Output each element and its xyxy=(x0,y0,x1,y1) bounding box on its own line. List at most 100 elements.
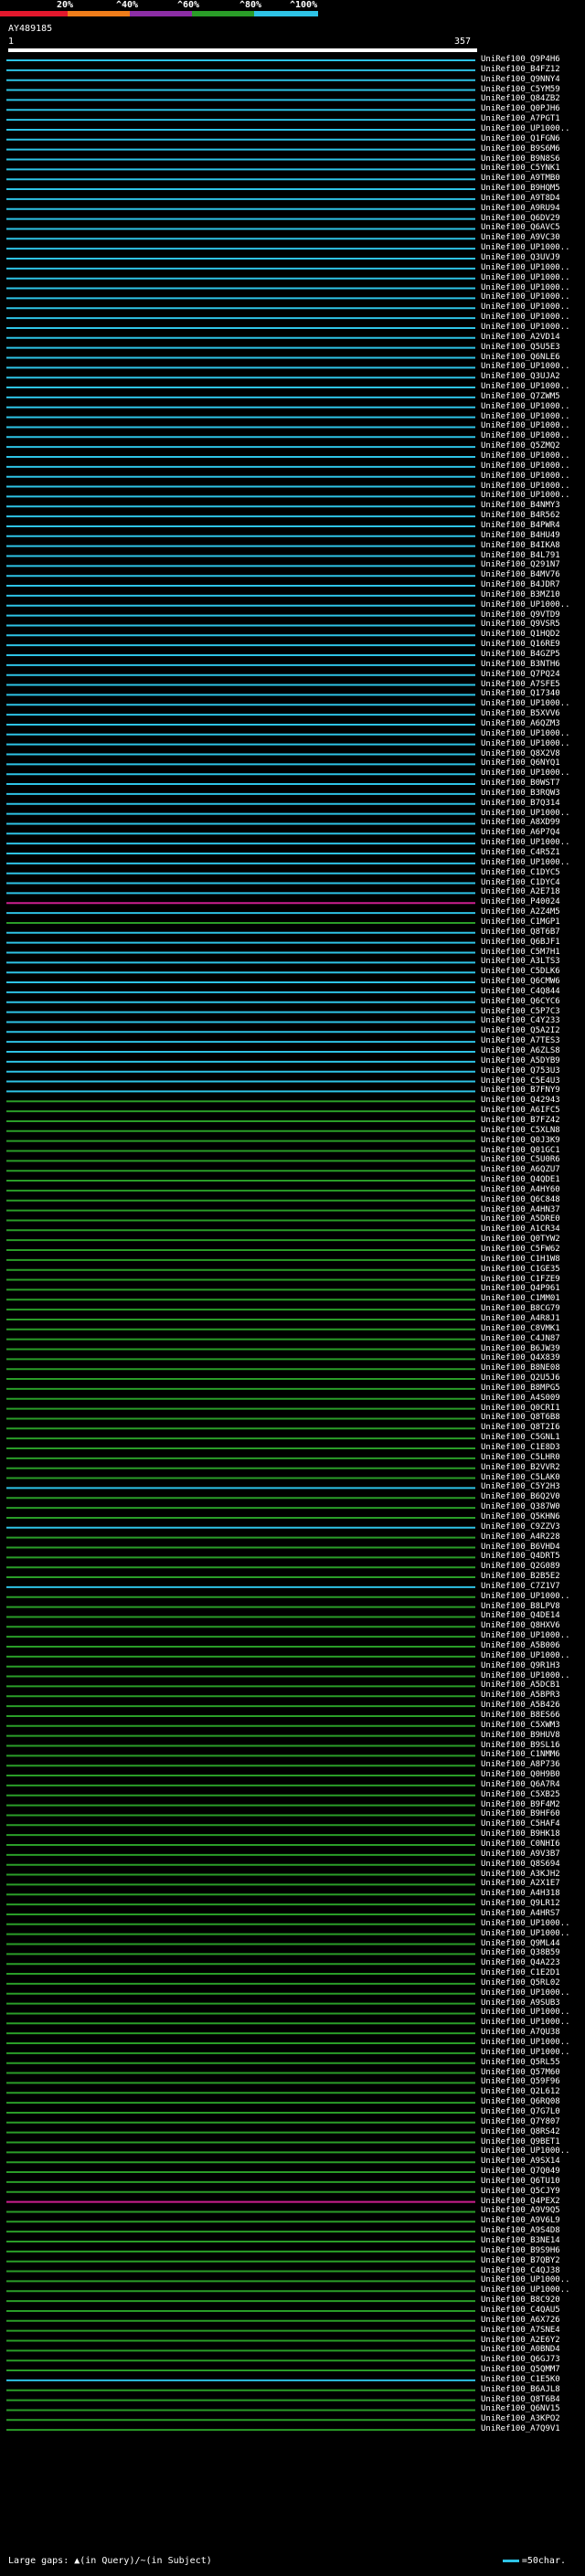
hit-label[interactable]: UniRef100_C5U0R6 xyxy=(481,1155,560,1165)
hit-label[interactable]: UniRef100_A4H318 xyxy=(481,1889,560,1899)
hit-label[interactable]: UniRef100_C1H1W8 xyxy=(481,1255,560,1265)
hit-label[interactable]: UniRef100_Q1HQD2 xyxy=(481,630,560,640)
hit-label[interactable]: UniRef100_P40024 xyxy=(481,897,560,907)
hit-label[interactable]: UniRef100_Q8X2V8 xyxy=(481,749,560,759)
hit-label[interactable]: UniRef100_B7QBY2 xyxy=(481,2256,560,2266)
hit-label[interactable]: UniRef100_B9HQM5 xyxy=(481,184,560,194)
hit-label[interactable]: UniRef100_C5LHR0 xyxy=(481,1453,560,1463)
hit-label[interactable]: UniRef100_B4FZ12 xyxy=(481,65,560,75)
hit-label[interactable]: UniRef100_UP1000.. xyxy=(481,729,570,739)
hit-label[interactable]: UniRef100_A5DCB1 xyxy=(481,1680,560,1691)
hit-label[interactable]: UniRef100_B9S9H6 xyxy=(481,2246,560,2256)
hit-label[interactable]: UniRef100_A9T8D4 xyxy=(481,194,560,204)
hit-label[interactable]: UniRef100_C8VMK1 xyxy=(481,1324,560,1334)
hit-label[interactable]: UniRef100_Q9NNY4 xyxy=(481,75,560,85)
hit-label[interactable]: UniRef100_UP1000.. xyxy=(481,292,570,302)
hit-label[interactable]: UniRef100_A7PGT1 xyxy=(481,114,560,124)
hit-label[interactable]: UniRef100_UP1000.. xyxy=(481,451,570,461)
hit-label[interactable]: UniRef100_C4R5Z1 xyxy=(481,848,560,858)
hit-label[interactable]: UniRef100_A0BND4 xyxy=(481,2345,560,2355)
hit-label[interactable]: UniRef100_Q01GC1 xyxy=(481,1146,560,1156)
hit-label[interactable]: UniRef100_A4HN37 xyxy=(481,1205,560,1215)
hit-label[interactable]: UniRef100_UP1000.. xyxy=(481,273,570,283)
hit-label[interactable]: UniRef100_UP1000.. xyxy=(481,1929,570,1939)
hit-label[interactable]: UniRef100_C5YM59 xyxy=(481,85,560,95)
hit-label[interactable]: UniRef100_C1E2D1 xyxy=(481,1968,560,1978)
hit-label[interactable]: UniRef100_A2VD14 xyxy=(481,333,560,343)
hit-label[interactable]: UniRef100_A9V3B7 xyxy=(481,1850,560,1860)
hit-label[interactable]: UniRef100_A8XD99 xyxy=(481,818,560,828)
hit-label[interactable]: UniRef100_B9HK18 xyxy=(481,1829,560,1839)
hit-label[interactable]: UniRef100_UP1000.. xyxy=(481,1671,570,1681)
hit-label[interactable]: UniRef100_UP1000.. xyxy=(481,124,570,134)
hit-label[interactable]: UniRef100_B4IKA8 xyxy=(481,541,560,551)
hit-label[interactable]: UniRef100_C4QJ38 xyxy=(481,2266,560,2276)
hit-label[interactable]: UniRef100_A6QZM3 xyxy=(481,719,560,729)
hit-label[interactable]: UniRef100_C1DYC5 xyxy=(481,868,560,878)
hit-label[interactable]: UniRef100_A7QU38 xyxy=(481,2028,560,2038)
hit-label[interactable]: UniRef100_C5HAF4 xyxy=(481,1819,560,1829)
hit-label[interactable]: UniRef100_A5B006 xyxy=(481,1641,560,1651)
hit-label[interactable]: UniRef100_B4R562 xyxy=(481,511,560,521)
hit-label[interactable]: UniRef100_Q8T2I6 xyxy=(481,1423,560,1433)
hit-label[interactable]: UniRef100_B5XVV6 xyxy=(481,709,560,719)
hit-label[interactable]: UniRef100_UP1000.. xyxy=(481,858,570,868)
hit-label[interactable]: UniRef100_A3LTS3 xyxy=(481,957,560,967)
hit-label[interactable]: UniRef100_UP1000.. xyxy=(481,2147,570,2157)
hit-label[interactable]: UniRef100_A7SFE5 xyxy=(481,680,560,690)
hit-label[interactable]: UniRef100_B4JDR7 xyxy=(481,580,560,590)
hit-label[interactable]: UniRef100_C4QAU5 xyxy=(481,2306,560,2316)
hit-label[interactable]: UniRef100_A7SNE4 xyxy=(481,2326,560,2336)
hit-label[interactable]: UniRef100_Q38B59 xyxy=(481,1948,560,1958)
hit-label[interactable]: UniRef100_C5M7H1 xyxy=(481,948,560,958)
hit-label[interactable]: UniRef100_Q6C848 xyxy=(481,1195,560,1205)
hit-label[interactable]: UniRef100_Q6GJ73 xyxy=(481,2355,560,2365)
hit-label[interactable]: UniRef100_Q8T6B8 xyxy=(481,1413,560,1423)
hit-label[interactable]: UniRef100_B8CG79 xyxy=(481,1304,560,1314)
hit-label[interactable]: UniRef100_A4R8J1 xyxy=(481,1314,560,1324)
hit-label[interactable]: UniRef100_B3NE14 xyxy=(481,2236,560,2246)
hit-label[interactable]: UniRef100_A3KPO2 xyxy=(481,2414,560,2424)
hit-label[interactable]: UniRef100_C5XLN8 xyxy=(481,1126,560,1136)
hit-label[interactable]: UniRef100_C5P7C3 xyxy=(481,1007,560,1017)
hit-label[interactable]: UniRef100_C1E8D3 xyxy=(481,1443,560,1453)
hit-label[interactable]: UniRef100_A5B426 xyxy=(481,1701,560,1711)
hit-label[interactable]: UniRef100_C1FZE9 xyxy=(481,1275,560,1285)
hit-label[interactable]: UniRef100_UP1000.. xyxy=(481,412,570,422)
hit-label[interactable]: UniRef100_C5XWM3 xyxy=(481,1721,560,1731)
hit-label[interactable]: UniRef100_Q16RE9 xyxy=(481,640,560,650)
hit-label[interactable]: UniRef100_Q8T6B4 xyxy=(481,2395,560,2405)
hit-label[interactable]: UniRef100_UP1000.. xyxy=(481,838,570,848)
hit-label[interactable]: UniRef100_A9SUB3 xyxy=(481,1998,560,2009)
hit-label[interactable]: UniRef100_UP1000.. xyxy=(481,739,570,749)
hit-label[interactable]: UniRef100_Q7ZWM5 xyxy=(481,392,560,402)
hit-label[interactable]: UniRef100_Q6BJF1 xyxy=(481,938,560,948)
hit-label[interactable]: UniRef100_A1CR34 xyxy=(481,1224,560,1235)
hit-label[interactable]: UniRef100_B9N8S6 xyxy=(481,154,560,164)
hit-label[interactable]: UniRef100_UP1000.. xyxy=(481,461,570,472)
hit-label[interactable]: UniRef100_Q59F96 xyxy=(481,2077,560,2087)
hit-label[interactable]: UniRef100_Q3UVJ9 xyxy=(481,253,560,263)
hit-label[interactable]: UniRef100_B4L791 xyxy=(481,551,560,561)
hit-label[interactable]: UniRef100_Q6NYQ1 xyxy=(481,758,560,769)
hit-label[interactable]: UniRef100_Q4DRT5 xyxy=(481,1552,560,1562)
hit-label[interactable]: UniRef100_B9HF60 xyxy=(481,1809,560,1819)
hit-label[interactable]: UniRef100_B8ES66 xyxy=(481,1711,560,1721)
hit-label[interactable]: UniRef100_Q387W0 xyxy=(481,1502,560,1512)
hit-label[interactable]: UniRef100_Q6RQ08 xyxy=(481,2097,560,2107)
hit-label[interactable]: UniRef100_Q2L612 xyxy=(481,2087,560,2097)
hit-label[interactable]: UniRef100_Q0TYW2 xyxy=(481,1235,560,1245)
hit-label[interactable]: UniRef100_UP1000.. xyxy=(481,2008,570,2018)
hit-label[interactable]: UniRef100_C5FW62 xyxy=(481,1245,560,1255)
hit-label[interactable]: UniRef100_UP1000.. xyxy=(481,769,570,779)
hit-label[interactable]: UniRef100_B8LPV8 xyxy=(481,1602,560,1612)
hit-label[interactable]: UniRef100_Q7PQ24 xyxy=(481,670,560,680)
hit-label[interactable]: UniRef100_A6P7Q4 xyxy=(481,828,560,838)
hit-label[interactable]: UniRef100_B4GZP5 xyxy=(481,650,560,660)
hit-label[interactable]: UniRef100_Q42943 xyxy=(481,1096,560,1106)
hit-label[interactable]: UniRef100_B6VHD4 xyxy=(481,1542,560,1553)
hit-label[interactable]: UniRef100_UP1000.. xyxy=(481,431,570,441)
hit-label[interactable]: UniRef100_Q84ZB2 xyxy=(481,94,560,104)
hit-label[interactable]: UniRef100_C5Y2H3 xyxy=(481,1482,560,1492)
hit-label[interactable]: UniRef100_UP1000.. xyxy=(481,472,570,482)
